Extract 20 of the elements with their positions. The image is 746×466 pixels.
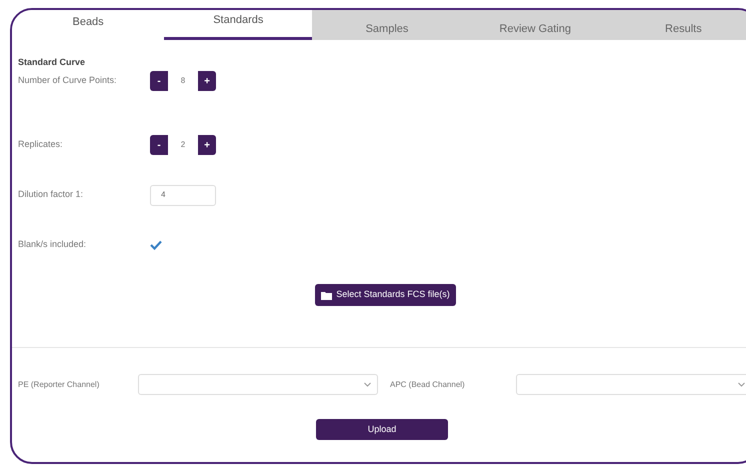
select-files-button[interactable]: Select Standards FCS file(s) <box>315 284 456 306</box>
field-label: PE (Reporter Channel) <box>18 378 100 390</box>
dropdown[interactable] <box>138 374 378 395</box>
field-label: Blank/s included: <box>18 238 88 252</box>
folder-icon <box>321 290 332 300</box>
field-label: APC (Bead Channel) <box>390 378 466 390</box>
field-label: Number of Curve Points: <box>18 74 118 88</box>
decrement-button[interactable]: - <box>150 135 168 155</box>
upload-button[interactable]: Upload <box>316 419 448 440</box>
field-label: Replicates: <box>18 138 64 152</box>
increment-button[interactable]: + <box>198 135 216 155</box>
input-field[interactable]: 4 <box>150 184 216 206</box>
dropdown[interactable] <box>516 374 746 395</box>
decrement-button[interactable]: - <box>150 71 168 91</box>
chevron-down-icon <box>738 382 745 387</box>
chevron-down-icon <box>364 382 371 387</box>
section-title: Standard Curve <box>18 56 86 69</box>
field-label: Dilution factor 1: <box>18 188 84 202</box>
checkmark-icon[interactable] <box>150 239 162 251</box>
increment-button[interactable]: + <box>198 71 216 91</box>
